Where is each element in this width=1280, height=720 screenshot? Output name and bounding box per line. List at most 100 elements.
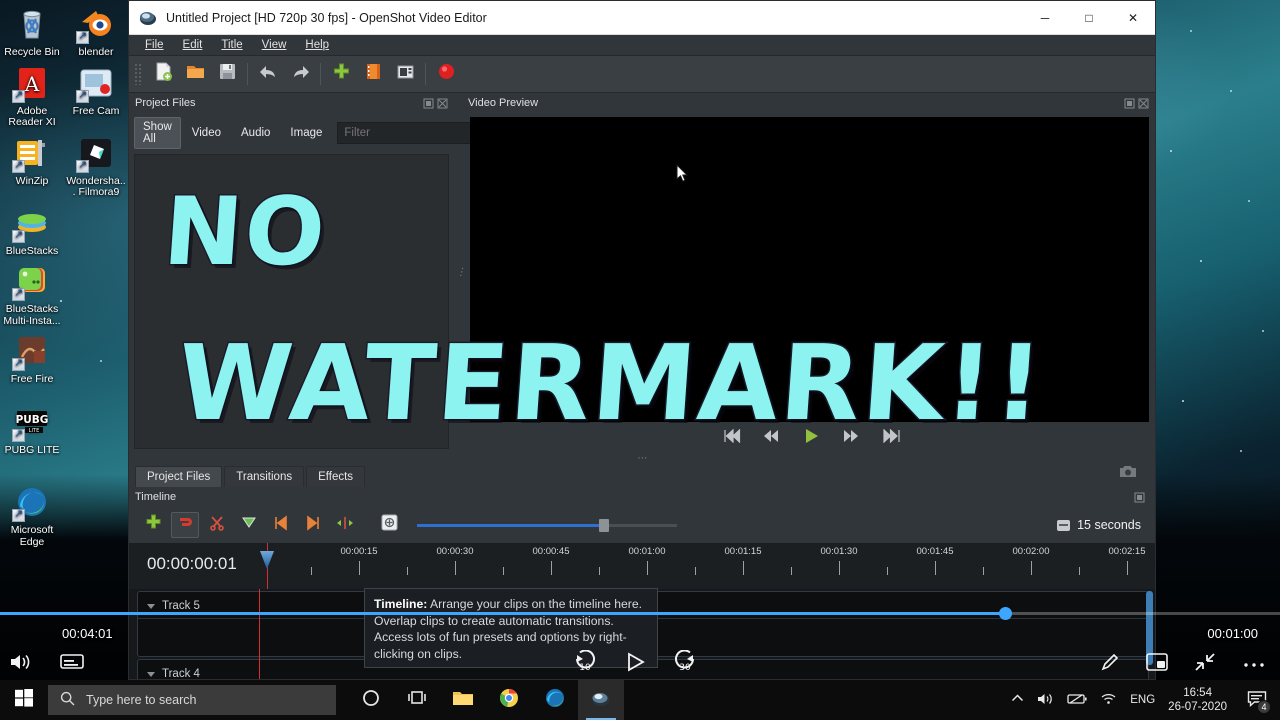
toolbar-drag-handle[interactable] xyxy=(134,63,142,85)
filter-audio-button[interactable]: Audio xyxy=(232,123,279,143)
taskbar-search-box[interactable]: Type here to search xyxy=(48,685,336,715)
desktop-icon-adobe-reader[interactable]: A Adobe Reader XI xyxy=(0,61,64,131)
desktop-icon-pubg-lite[interactable]: PUBG LITE PUBG LITE xyxy=(0,400,64,459)
shortcut-arrow-icon xyxy=(12,89,25,103)
forward-30-icon[interactable]: 30 xyxy=(672,649,698,679)
window-titlebar[interactable]: Untitled Project [HD 720p 30 fps] - Open… xyxy=(129,1,1155,35)
camera-icon[interactable] xyxy=(1119,464,1137,483)
desktop-icon-free-fire[interactable]: Free Fire xyxy=(0,329,64,388)
svg-text:PUBG: PUBG xyxy=(16,414,49,426)
openshot-app-icon xyxy=(139,9,157,27)
desktop-icon-recycle-bin[interactable]: Recycle Bin xyxy=(0,2,64,61)
chevron-down-icon[interactable] xyxy=(147,672,155,677)
new-project-button[interactable] xyxy=(148,59,178,89)
add-track-button[interactable] xyxy=(139,512,167,538)
exit-fullscreen-icon[interactable] xyxy=(1194,652,1216,677)
import-files-button[interactable] xyxy=(326,59,356,89)
tab-effects[interactable]: Effects xyxy=(306,466,366,487)
taskbar-edge-button[interactable] xyxy=(532,680,578,720)
toolbar-separator xyxy=(320,63,321,85)
taskbar-file-explorer-button[interactable] xyxy=(440,680,486,720)
tab-transitions[interactable]: Transitions xyxy=(224,466,305,487)
desktop-icon-bluestacks[interactable]: BlueStacks xyxy=(0,201,64,260)
menu-item-title[interactable]: Title xyxy=(213,37,250,53)
taskbar-openshot-button[interactable] xyxy=(578,680,624,720)
next-marker-button[interactable] xyxy=(299,512,327,538)
choose-profile-button[interactable] xyxy=(358,59,388,89)
playhead-handle[interactable] xyxy=(260,551,274,569)
desktop-icon-filmora[interactable]: Wondersha... Filmora9 xyxy=(64,131,128,201)
add-marker-button[interactable] xyxy=(235,512,263,538)
taskbar-cortana-button[interactable] xyxy=(348,680,394,720)
fullscreen-button[interactable] xyxy=(390,59,420,89)
replay-10-icon[interactable]: 10 xyxy=(572,649,598,679)
wifi-icon[interactable] xyxy=(1100,692,1117,708)
taskbar-chrome-button[interactable] xyxy=(486,680,532,720)
timeline-zoom-slider[interactable] xyxy=(417,515,677,535)
close-button[interactable]: ✕ xyxy=(1111,1,1155,35)
minimize-button[interactable]: ─ xyxy=(1023,1,1067,35)
tray-clock[interactable]: 16:54 26-07-2020 xyxy=(1168,686,1227,714)
screen-root: Recycle Bin blender xyxy=(0,0,1280,720)
tray-language-label[interactable]: ENG xyxy=(1130,694,1155,706)
track-label: Track 4 xyxy=(162,668,200,679)
project-files-panel-header: Project Files xyxy=(129,93,454,113)
filter-show-all-button[interactable]: Show All xyxy=(134,117,181,149)
start-button[interactable] xyxy=(0,680,48,720)
svg-text:A: A xyxy=(24,72,40,96)
volume-icon[interactable] xyxy=(1037,692,1054,709)
import-files-icon xyxy=(331,61,352,87)
redo-button[interactable] xyxy=(285,59,315,89)
undock-icon[interactable] xyxy=(423,98,434,109)
export-video-button[interactable] xyxy=(431,59,461,89)
panel-splitter-horizontal[interactable]: ⋯ xyxy=(129,453,1155,464)
undo-button[interactable] xyxy=(253,59,283,89)
zoom-fit-button[interactable] xyxy=(375,512,403,538)
open-project-button[interactable] xyxy=(180,59,210,89)
ruler-tick-label: 00:01:45 xyxy=(916,546,954,557)
zoom-slider-handle[interactable] xyxy=(599,519,609,532)
menu-item-help[interactable]: Help xyxy=(297,37,337,53)
undock-icon[interactable] xyxy=(1134,492,1145,503)
maximize-button[interactable]: □ xyxy=(1067,1,1111,35)
desktop-icon-winzip[interactable]: WinZip xyxy=(0,131,64,201)
undock-icon[interactable] xyxy=(1124,98,1135,109)
save-project-button[interactable] xyxy=(212,59,242,89)
close-panel-icon[interactable] xyxy=(1138,98,1149,109)
taskbar-task-view-button[interactable] xyxy=(394,680,440,720)
chevron-down-icon[interactable] xyxy=(147,604,155,609)
desktop-icon-free-cam[interactable]: Free Cam xyxy=(64,61,128,131)
center-playhead-button[interactable] xyxy=(331,512,359,538)
more-options-icon[interactable] xyxy=(1242,656,1266,674)
desktop-icon-bluestacks-multi[interactable]: BlueStacks Multi-Insta... xyxy=(0,259,64,329)
desktop-icon-microsoft-edge[interactable]: Microsoft Edge xyxy=(0,480,64,550)
video-progress-handle[interactable] xyxy=(998,607,1012,620)
show-hidden-icons-icon[interactable] xyxy=(1011,693,1024,707)
snapping-button[interactable] xyxy=(171,512,199,538)
subtitles-icon[interactable] xyxy=(60,653,84,676)
action-center-button[interactable]: 4 xyxy=(1240,680,1274,720)
previous-marker-button[interactable] xyxy=(267,512,295,538)
filter-image-button[interactable]: Image xyxy=(281,123,331,143)
tab-project-files[interactable]: Project Files xyxy=(135,466,223,487)
volume-icon[interactable] xyxy=(8,652,32,677)
menu-item-file[interactable]: File xyxy=(137,37,172,53)
cortana-icon xyxy=(362,689,380,712)
video-progress-bar[interactable] xyxy=(0,607,1280,620)
battery-icon[interactable] xyxy=(1067,693,1087,708)
video-progress-played xyxy=(0,612,1005,615)
menu-item-view[interactable]: View xyxy=(254,37,295,53)
razor-tool-button[interactable] xyxy=(203,512,231,538)
svg-text:LITE: LITE xyxy=(29,428,39,434)
close-panel-icon[interactable] xyxy=(437,98,448,109)
filter-video-button[interactable]: Video xyxy=(183,123,230,143)
edit-pencil-icon[interactable] xyxy=(1100,652,1120,677)
timeline-ruler[interactable]: 00:00:00:01 00:00:15 00:00:30 00:00:45 0… xyxy=(129,543,1155,589)
desktop-icon-label: Free Fire xyxy=(10,373,54,385)
desktop-icon-blender[interactable]: blender xyxy=(64,2,128,61)
picture-in-picture-icon[interactable] xyxy=(1146,653,1168,676)
menu-item-edit[interactable]: Edit xyxy=(175,37,211,53)
play-icon[interactable] xyxy=(624,651,646,678)
choose-profile-icon xyxy=(363,61,384,87)
taskbar-app-buttons xyxy=(348,680,624,720)
